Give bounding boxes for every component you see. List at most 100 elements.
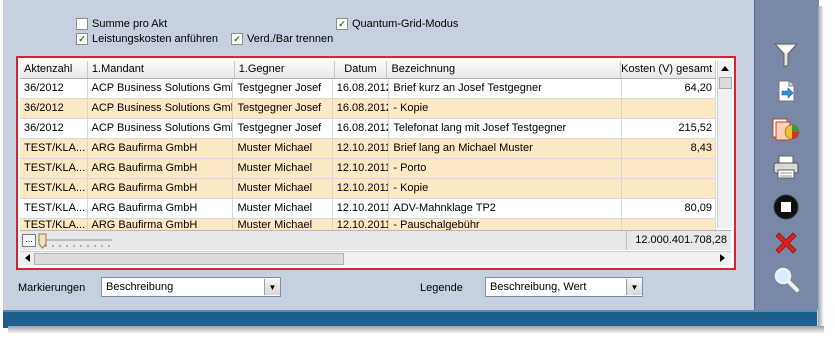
column-header-aktenzahl[interactable]: Aktenzahl: [20, 61, 88, 78]
checkbox-box: ✓: [231, 33, 243, 45]
cell-gegner: Muster Michael: [233, 159, 333, 178]
cell-bezeichnung: ADV-Mahnklage TP2: [389, 199, 622, 218]
cell-mandant: ARG Baufirma GmbH: [88, 219, 234, 230]
grid-header: Aktenzahl 1.Mandant 1.Gegner Datum Bezei…: [20, 61, 716, 79]
select-value: Beschreibung: [106, 281, 174, 293]
table-row[interactable]: 36/2012 ACP Business Solutions GmbH Test…: [20, 99, 716, 119]
cell-datum: 12.10.2011: [333, 139, 390, 158]
cost-grid: Aktenzahl 1.Mandant 1.Gegner Datum Bezei…: [16, 56, 736, 270]
stop-icon: [773, 194, 799, 220]
column-header-bezeichnung[interactable]: Bezeichnung: [387, 61, 622, 78]
cell-aktenzahl: TEST/KLA...: [20, 179, 88, 198]
cell-aktenzahl: 36/2012: [20, 79, 88, 98]
table-row[interactable]: 36/2012 ACP Business Solutions GmbH Test…: [20, 79, 716, 99]
cell-kosten: [622, 179, 716, 198]
cell-aktenzahl: 36/2012: [20, 119, 88, 138]
markierungen-label: Markierungen: [18, 282, 86, 294]
cell-gegner: Muster Michael: [233, 139, 333, 158]
cell-bezeichnung: Brief kurz an Josef Testgegner: [389, 79, 622, 98]
scrollbar-thumb[interactable]: [34, 253, 344, 265]
select-value: Beschreibung, Wert: [490, 281, 587, 293]
right-toolbar: [754, 0, 819, 310]
kosten-total: 12.000.401.708,28: [626, 231, 730, 250]
cell-bezeichnung: - Kopie: [389, 99, 622, 118]
table-row[interactable]: 36/2012 ACP Business Solutions GmbH Test…: [20, 119, 716, 139]
column-header-datum[interactable]: Datum: [335, 61, 388, 78]
cell-mandant: ARG Baufirma GmbH: [88, 179, 234, 198]
table-row[interactable]: TEST/KLA... ARG Baufirma GmbH Muster Mic…: [20, 219, 716, 230]
cell-bezeichnung: - Pauschalgebühr: [389, 219, 622, 230]
summe-pro-akt-checkbox[interactable]: Summe pro Akt: [76, 18, 167, 30]
cell-bezeichnung: - Porto: [389, 159, 622, 178]
checkbox-box: ✓: [336, 18, 348, 30]
export-icon: [778, 80, 795, 102]
legende-select[interactable]: Beschreibung, Wert ▼: [485, 277, 643, 297]
cell-mandant: ACP Business Solutions GmbH: [88, 119, 234, 138]
vertical-scrollbar[interactable]: [717, 61, 732, 228]
cell-gegner: Testgegner Josef: [233, 79, 333, 98]
delete-icon: [775, 232, 797, 254]
delete-button[interactable]: [771, 228, 801, 258]
cell-datum: 12.10.2011: [333, 179, 390, 198]
window-shadow: [818, 6, 824, 328]
quantum-grid-checkbox[interactable]: ✓ Quantum-Grid-Modus: [336, 18, 458, 30]
cell-gegner: Testgegner Josef: [233, 119, 333, 138]
search-icon: [774, 267, 799, 292]
checkbox-label: Quantum-Grid-Modus: [352, 18, 459, 30]
export-button[interactable]: [771, 76, 801, 106]
cell-mandant: ACP Business Solutions GmbH: [88, 79, 234, 98]
grid-footer: ... 12.000.401.708,28: [20, 230, 731, 250]
filter-button[interactable]: [771, 40, 801, 70]
cell-kosten: [622, 159, 716, 178]
cell-gegner: Muster Michael: [233, 219, 333, 230]
stop-button[interactable]: [771, 192, 801, 222]
table-row[interactable]: TEST/KLA... ARG Baufirma GmbH Muster Mic…: [20, 159, 716, 179]
scroll-right-icon[interactable]: [716, 252, 728, 264]
column-header-gegner[interactable]: 1.Gegner: [235, 61, 335, 78]
chevron-down-icon[interactable]: ▼: [626, 279, 642, 295]
table-row[interactable]: TEST/KLA... ARG Baufirma GmbH Muster Mic…: [20, 199, 716, 219]
chevron-down-icon[interactable]: ▼: [264, 279, 280, 295]
table-row[interactable]: TEST/KLA... ARG Baufirma GmbH Muster Mic…: [20, 139, 716, 159]
cell-mandant: ARG Baufirma GmbH: [88, 159, 234, 178]
cell-mandant: ARG Baufirma GmbH: [88, 139, 234, 158]
cell-aktenzahl: TEST/KLA...: [20, 199, 88, 218]
window-shadow: [8, 326, 824, 334]
column-options-button[interactable]: ...: [22, 234, 36, 247]
column-header-mandant[interactable]: 1.Mandant: [88, 61, 235, 78]
chart-button[interactable]: [771, 114, 801, 144]
verd-bar-checkbox[interactable]: ✓ Verd./Bar trennen: [231, 33, 333, 45]
filter-icon: [773, 43, 799, 68]
markierungen-select[interactable]: Beschreibung ▼: [101, 277, 281, 297]
checkbox-label: Summe pro Akt: [92, 18, 168, 30]
cell-aktenzahl: 36/2012: [20, 99, 88, 118]
search-button[interactable]: [771, 264, 801, 294]
cell-kosten: 64,20: [622, 79, 716, 98]
column-header-kosten[interactable]: Kosten (V) gesamt: [621, 61, 716, 78]
leistungskosten-checkbox[interactable]: ✓ Leistungskosten anführen: [76, 33, 218, 45]
cell-mandant: ACP Business Solutions GmbH: [88, 99, 234, 118]
report-window: Summe pro Akt ✓ Leistungskosten anführen…: [3, 0, 819, 326]
cell-aktenzahl: TEST/KLA...: [20, 219, 88, 230]
cell-kosten: [622, 219, 716, 230]
cell-kosten: 80,09: [622, 199, 716, 218]
cell-gegner: Muster Michael: [233, 179, 333, 198]
zoom-slider[interactable]: [36, 232, 116, 250]
cell-bezeichnung: Telefonat lang mit Josef Testgegner: [389, 119, 622, 138]
scrollbar-thumb[interactable]: [719, 77, 732, 89]
cell-aktenzahl: TEST/KLA...: [20, 159, 88, 178]
legende-label: Legende: [420, 282, 463, 294]
table-row[interactable]: TEST/KLA... ARG Baufirma GmbH Muster Mic…: [20, 179, 716, 199]
scroll-left-icon[interactable]: [22, 252, 34, 264]
scroll-up-icon[interactable]: [718, 62, 732, 76]
checkbox-label: Verd./Bar trennen: [247, 33, 334, 45]
cell-datum: 16.08.2012: [333, 99, 390, 118]
cell-gegner: Testgegner Josef: [233, 99, 333, 118]
print-button[interactable]: [771, 152, 801, 182]
cell-kosten: 215,52: [622, 119, 716, 138]
print-icon: [773, 155, 799, 179]
horizontal-scrollbar[interactable]: [20, 251, 731, 265]
checkbox-label: Leistungskosten anführen: [92, 33, 218, 45]
cell-bezeichnung: Brief lang an Michael Muster: [389, 139, 622, 158]
chart-icon: [772, 118, 800, 141]
